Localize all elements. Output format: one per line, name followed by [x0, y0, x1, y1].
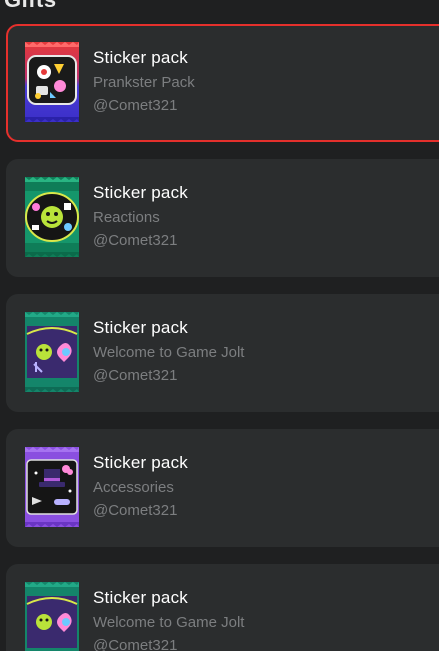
section-heading: Gifts: [4, 0, 57, 13]
pack-name: Reactions: [93, 209, 160, 226]
item-type-label: Sticker pack: [93, 588, 188, 607]
pack-name: Welcome to Game Jolt: [93, 614, 245, 631]
author-link[interactable]: @Comet321: [93, 229, 188, 252]
author-link[interactable]: @Comet321: [93, 499, 188, 522]
pack-name: Accessories: [93, 479, 174, 496]
pack-name: Welcome to Game Jolt: [93, 344, 245, 361]
item-type-label: Sticker pack: [93, 183, 188, 202]
sticker-pack-card[interactable]: Sticker pack Prankster Pack @Comet321: [6, 24, 439, 142]
sticker-pack-thumbnail: [25, 447, 79, 527]
pack-name: Prankster Pack: [93, 74, 195, 91]
sticker-pack-thumbnail: [25, 312, 79, 392]
sticker-pack-thumbnail: [25, 177, 79, 257]
sticker-pack-card[interactable]: Sticker pack Welcome to Game Jolt @Comet…: [6, 564, 439, 651]
item-type-label: Sticker pack: [93, 48, 188, 67]
sticker-pack-card[interactable]: Sticker pack Reactions @Comet321: [6, 159, 439, 277]
sticker-pack-card[interactable]: Sticker pack Accessories @Comet321: [6, 429, 439, 547]
gift-list-page: Gifts Sticker pack: [0, 0, 439, 651]
author-link[interactable]: @Comet321: [93, 634, 244, 651]
sticker-pack-thumbnail: [25, 42, 79, 122]
item-type-label: Sticker pack: [93, 453, 188, 472]
sticker-pack-thumbnail: [25, 582, 79, 651]
author-link[interactable]: @Comet321: [93, 364, 244, 387]
sticker-pack-card[interactable]: Sticker pack Welcome to Game Jolt @Comet…: [6, 294, 439, 412]
item-type-label: Sticker pack: [93, 318, 188, 337]
author-link[interactable]: @Comet321: [93, 94, 195, 117]
